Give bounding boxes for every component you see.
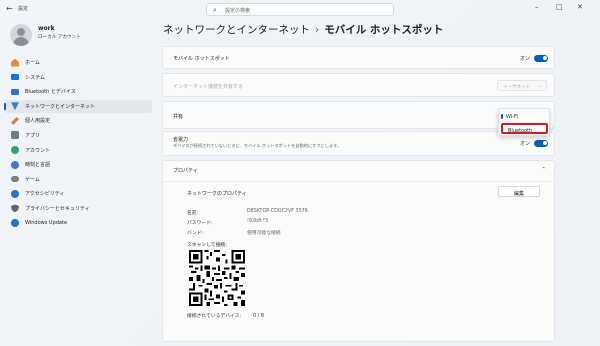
breadcrumb: ネットワークとインターネット › モバイル ホットスポット [163,22,443,37]
sidebar-item-label: ホーム [25,60,40,66]
bluetooth-icon [11,88,19,95]
network-icon [11,102,19,111]
hotspot-toggle[interactable] [534,54,548,62]
sidebar-item-label: Windows Update [25,220,68,227]
property-key: 名前: [187,211,199,216]
share-from-card: インターネット接続を共有する イーサネット ⌄ [162,73,555,97]
connected-devices-label: 接続されているデバイス: [187,314,242,319]
sidebar-item-label: Bluetooth とデバイス [25,89,76,96]
option-wifi[interactable]: Wi-Fi [501,111,548,122]
property-key: バンド: [187,231,204,236]
system-icon [11,74,19,81]
chevron-right-icon: › [315,24,320,36]
maximize-button[interactable]: □ [556,3,563,11]
power-saving-state: オン [520,141,531,147]
property-value: !92b8:*3 [247,219,269,224]
breadcrumb-parent[interactable]: ネットワークとインターネット [163,24,310,36]
sidebar-item-apps[interactable]: アプリ [4,129,152,142]
chevron-down-icon: ⌄ [537,82,542,89]
share-from-dropdown[interactable]: イーサネット ⌄ [497,80,547,91]
sidebar-item-label: ゲーム [25,176,40,183]
chevron-up-icon[interactable]: ⌃ [541,167,546,173]
sidebar-item-label: プライバシーとセキュリティ [25,205,90,212]
option-bluetooth[interactable]: Bluetooth [501,123,548,134]
connected-devices-value: 0 / 8 [253,314,264,319]
app-title: 設定 [18,6,29,12]
title-bar: ← 設定 ⌕ 設定の検索 – □ ✕ [0,0,600,18]
sidebar-item-label: アプリ [25,132,41,139]
divider [163,181,554,182]
sidebar-item-network[interactable]: ネットワークとインターネット [4,99,152,113]
apps-icon [11,131,19,140]
back-arrow-icon[interactable]: ← [6,4,13,13]
profile-name: work [38,25,55,32]
home-icon [11,58,19,67]
sidebar-item-accounts[interactable]: アカウント [4,144,152,157]
page-title: モバイル ホットスポット [324,24,444,36]
profile-account-type: ローカル アカウント [38,35,81,40]
properties-card: プロパティ ⌃ ネットワークのプロパティ 編集 名前: DESKTOP-CDOC… [162,160,555,342]
share-over-dropdown-menu: Wi-Fi Bluetooth [498,108,550,136]
sidebar-item-windows-update[interactable]: Windows Update [4,217,152,230]
sidebar-item-label: アクセシビリティ [25,191,65,198]
share-from-label: インターネット接続を共有する [173,84,244,90]
sidebar-item-label: 個人用設定 [25,118,51,125]
sidebar-item-privacy[interactable]: プライバシーとセキュリティ [4,202,152,215]
connected-devices: 接続されているデバイス: 0 / 8 [187,312,264,319]
windows-update-icon [11,219,19,228]
search-box[interactable]: ⌕ 設定の検索 [206,3,394,16]
sidebar-item-personalization[interactable]: 個人用設定 [4,114,152,127]
sidebar-item-time-language[interactable]: 時刻と言語 [4,158,152,171]
minimize-button[interactable]: – [535,3,539,11]
hotspot-state: オン [520,56,531,62]
power-saving-description: デバイスが接続されていないときに、モバイル ホットスポットを自動的にオフにします… [173,143,342,148]
accounts-icon [11,146,19,155]
sidebar-item-bluetooth[interactable]: Bluetooth とデバイス [4,85,152,98]
share-over-label: 共有 [173,114,184,120]
power-saving-label: 省電力 [173,137,189,143]
shield-icon [11,204,19,213]
accessibility-icon [11,189,19,198]
personalization-icon [11,116,19,125]
share-from-value: イーサネット [503,84,531,90]
qr-code [189,250,245,306]
search-placeholder: 設定の検索 [225,8,251,14]
edit-button[interactable]: 編集 [498,186,540,197]
property-value: 使用可能な接続 [247,231,281,236]
time-language-icon [11,160,19,169]
sidebar-item-label: アカウント [25,147,51,154]
sidebar-item-label: 時刻と言語 [25,162,51,169]
properties-header[interactable]: プロパティ [173,167,198,174]
sidebar-item-label: ネットワークとインターネット [25,103,96,110]
scan-label: スキャンして接続: [187,243,227,248]
sidebar-item-accessibility[interactable]: アクセシビリティ [4,187,152,200]
avatar [10,24,32,46]
sidebar-item-home[interactable]: ホーム [4,56,152,69]
sidebar-item-label: システム [25,74,45,81]
property-key: パスワード: [187,221,213,226]
hotspot-label: モバイル ホットスポット [173,56,230,62]
gaming-icon [11,176,19,183]
sidebar-item-system[interactable]: システム [4,71,152,84]
sidebar: ホーム システム Bluetooth とデバイス ネットワークとインターネット … [4,56,152,231]
network-properties-title: ネットワークのプロパティ [187,191,247,197]
hotspot-card: モバイル ホットスポット オン [162,46,555,69]
power-saving-card: 省電力 デバイスが接続されていないときに、モバイル ホットスポットを自動的にオフ… [162,131,555,156]
sidebar-item-gaming[interactable]: ゲーム [4,173,152,186]
power-saving-toggle[interactable] [534,139,548,147]
share-over-card: 共有 [162,101,555,129]
property-value: DESKTOP-CDOC2VF 3576 [247,209,308,214]
search-icon: ⌕ [213,6,217,14]
close-button[interactable]: ✕ [577,3,583,11]
settings-window: ← 設定 ⌕ 設定の検索 – □ ✕ work ローカル アカウント ホーム シ… [0,0,600,346]
user-profile[interactable]: work ローカル アカウント [8,22,148,46]
